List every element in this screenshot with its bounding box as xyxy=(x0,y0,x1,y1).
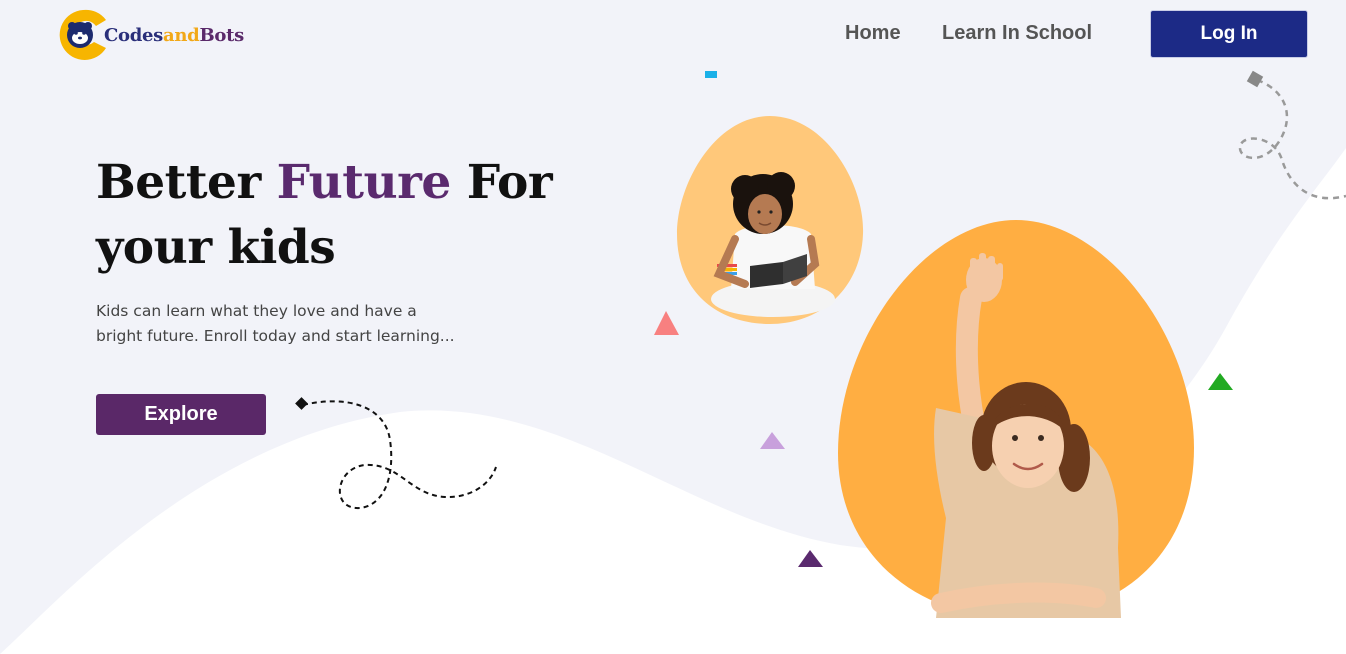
explore-button[interactable]: Explore xyxy=(96,394,266,435)
hero-title-accent: Future xyxy=(276,155,452,210)
brand-name-part1: Codes xyxy=(104,24,164,46)
nav-link-learn-in-school[interactable]: Learn In School xyxy=(942,22,1092,45)
lilac-triangle-decoration xyxy=(760,432,785,449)
squiggle-square-right xyxy=(1246,70,1264,88)
brand-logo[interactable]: CodesandBots xyxy=(56,8,244,62)
hero-title: Better Future For your kids xyxy=(96,150,566,280)
squiggle-diamond-left xyxy=(295,397,308,410)
hero-title-part1: Better xyxy=(96,155,277,210)
raising-hand-child-photo xyxy=(838,220,1194,618)
hero-description: Kids can learn what they love and have a… xyxy=(96,302,455,345)
blue-square-decoration xyxy=(705,71,717,78)
logo-mascot-icon xyxy=(59,9,106,60)
login-button[interactable]: Log In xyxy=(1150,10,1308,58)
brand-name-part2: and xyxy=(163,24,200,46)
brand-name: CodesandBots xyxy=(104,25,244,46)
brand-name-part3: Bots xyxy=(199,24,244,46)
nav-link-home[interactable]: Home xyxy=(845,22,901,45)
